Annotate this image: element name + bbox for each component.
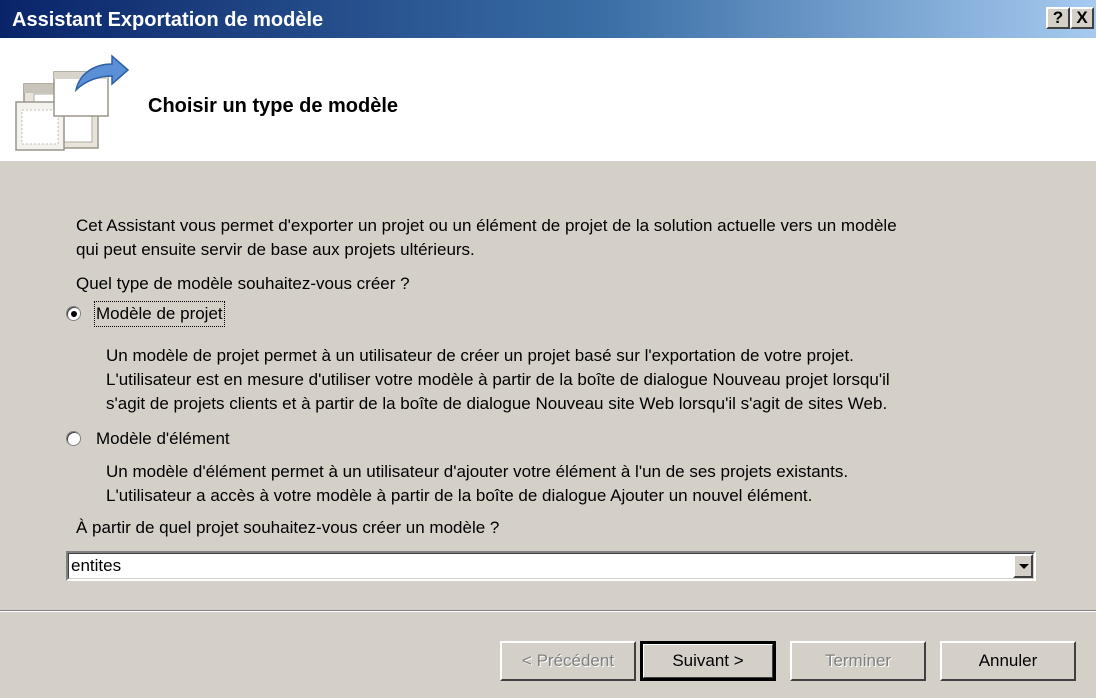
template-type-question: Quel type de modèle souhaitez-vous créer…	[76, 274, 410, 293]
cancel-button-label: Annuler	[978, 651, 1038, 670]
finish-button[interactable]: Terminer	[790, 641, 926, 681]
footer-separator	[0, 610, 1096, 612]
close-button[interactable]: X	[1070, 7, 1094, 29]
title-bar[interactable]: Assistant Exportation de modèle ? X	[0, 0, 1096, 38]
project-combobox-value: entites	[71, 556, 122, 575]
previous-button[interactable]: < Précédent	[500, 641, 636, 681]
item-template-label[interactable]: Modèle d'élément	[96, 428, 230, 450]
chevron-down-icon[interactable]	[1013, 554, 1033, 578]
project-template-desc-line3: s'agit de projets clients et à partir de…	[106, 394, 888, 413]
intro-text-line1: Cet Assistant vous permet d'exporter un …	[76, 216, 897, 235]
item-template-radio[interactable]	[66, 431, 81, 446]
wizard-header: Choisir un type de modèle	[0, 38, 1096, 161]
page-title: Choisir un type de modèle	[148, 95, 399, 117]
combo-frame	[68, 553, 1034, 579]
item-template-desc-line1: Un modèle d'élément permet à un utilisat…	[106, 462, 849, 481]
export-template-wizard: Assistant Exportation de modèle ? X Choi…	[0, 0, 1096, 698]
next-button[interactable]: Suivant >	[640, 641, 776, 681]
project-template-desc-line2: L'utilisateur est en mesure d'utiliser v…	[106, 370, 890, 389]
project-select-question: À partir de quel projet souhaitez-vous c…	[76, 518, 500, 537]
project-template-label[interactable]: Modèle de projet	[94, 301, 225, 327]
item-template-desc-line2: L'utilisateur a accès à votre modèle à p…	[106, 486, 813, 505]
wizard-export-icon	[15, 54, 130, 151]
radio-selected-dot	[71, 311, 77, 317]
previous-button-label: < Précédent	[521, 651, 615, 670]
cancel-button[interactable]: Annuler	[940, 641, 1076, 681]
finish-button-label: Terminer	[824, 651, 892, 670]
next-button-label: Suivant >	[672, 651, 744, 670]
help-button[interactable]: ?	[1046, 7, 1070, 29]
window-title: Assistant Exportation de modèle	[12, 9, 324, 31]
intro-text-line2: qui peut ensuite servir de base aux proj…	[76, 240, 475, 259]
project-combobox[interactable]: entites	[66, 551, 1036, 581]
project-template-radio[interactable]	[66, 306, 81, 321]
header-separator	[0, 160, 1096, 161]
project-template-desc-line1: Un modèle de projet permet à un utilisat…	[106, 346, 854, 365]
